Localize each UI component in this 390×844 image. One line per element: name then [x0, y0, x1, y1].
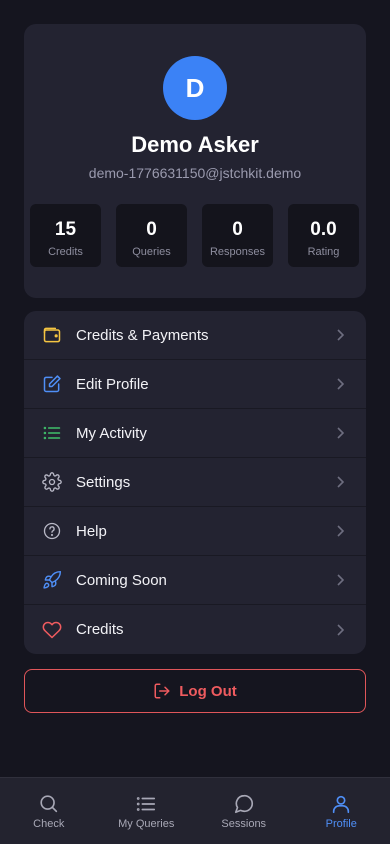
list-icon	[135, 793, 157, 815]
stat-value: 0.0	[310, 219, 337, 240]
chevron-right-icon	[334, 378, 346, 390]
stat-value: 0	[146, 219, 157, 240]
stat-value: 15	[54, 219, 77, 240]
chevron-right-icon	[334, 623, 346, 636]
menu-item-edit-profile[interactable]: Edit Profile	[24, 360, 366, 409]
avatar: D	[163, 56, 227, 120]
search-icon	[38, 793, 60, 815]
menu-item-label: My Activity	[76, 424, 147, 442]
menu-item-credits-payments[interactable]: Credits & Payments	[24, 311, 366, 360]
logout-icon	[153, 682, 171, 700]
menu-item-label: Coming Soon	[76, 571, 167, 589]
heart-icon	[41, 619, 63, 641]
bottom-tab-bar: Check My Queries Sessions Profile	[0, 777, 390, 844]
tab-label: My Queries	[118, 818, 175, 830]
menu-item-my-activity[interactable]: My Activity	[24, 409, 366, 458]
stat-label: Responses	[209, 246, 266, 258]
stat-label: Rating	[307, 246, 340, 258]
edit-icon	[41, 373, 63, 395]
logout-label: Log Out	[179, 682, 237, 700]
menu-item-label: Credits & Payments	[76, 326, 209, 344]
user-email: demo-1776631150@jstchkit.demo	[88, 165, 302, 181]
stat-label: Credits	[48, 246, 83, 258]
menu-item-help[interactable]: Help	[24, 507, 366, 556]
chevron-right-icon	[334, 525, 346, 537]
help-icon	[41, 520, 63, 542]
chevron-right-icon	[334, 476, 346, 488]
tab-check[interactable]: Check	[0, 778, 98, 844]
menu-item-label: Credits	[76, 621, 124, 638]
menu-item-coming-soon[interactable]: Coming Soon	[24, 556, 366, 605]
stat-rating: 0.0 Rating	[288, 204, 359, 267]
wallet-icon	[41, 324, 63, 346]
tab-label: Profile	[325, 818, 357, 830]
chevron-right-icon	[334, 574, 346, 586]
tab-label: Sessions	[221, 818, 267, 830]
menu-item-settings[interactable]: Settings	[24, 458, 366, 507]
chevron-right-icon	[334, 329, 346, 341]
menu-item-label: Edit Profile	[76, 375, 149, 393]
stat-queries: 0 Queries	[116, 204, 187, 267]
stat-value: 0	[232, 219, 243, 240]
profile-menu: Credits & Payments Edit Profile My Activ…	[24, 311, 366, 654]
user-icon	[330, 793, 352, 815]
list-icon	[41, 422, 63, 444]
gear-icon	[41, 471, 63, 493]
menu-item-credits[interactable]: Credits	[24, 605, 366, 654]
tab-my-queries[interactable]: My Queries	[98, 778, 196, 844]
stats-row: 15 Credits 0 Queries 0 Responses 0.0 Rat…	[30, 204, 360, 268]
tab-profile[interactable]: Profile	[293, 778, 390, 844]
rocket-icon	[41, 569, 63, 591]
chat-icon	[233, 793, 255, 815]
user-name: Demo Asker	[131, 132, 259, 157]
menu-item-label: Help	[76, 522, 107, 540]
profile-card: D Demo Asker demo-1776631150@jstchkit.de…	[24, 24, 366, 298]
menu-item-label: Settings	[76, 473, 131, 491]
stat-credits: 15 Credits	[30, 204, 101, 267]
logout-button[interactable]: Log Out	[24, 669, 366, 713]
tab-label: Check	[33, 818, 65, 830]
tab-sessions[interactable]: Sessions	[195, 778, 293, 844]
stat-responses: 0 Responses	[202, 204, 273, 267]
stat-label: Queries	[132, 246, 171, 258]
chevron-right-icon	[334, 427, 346, 439]
